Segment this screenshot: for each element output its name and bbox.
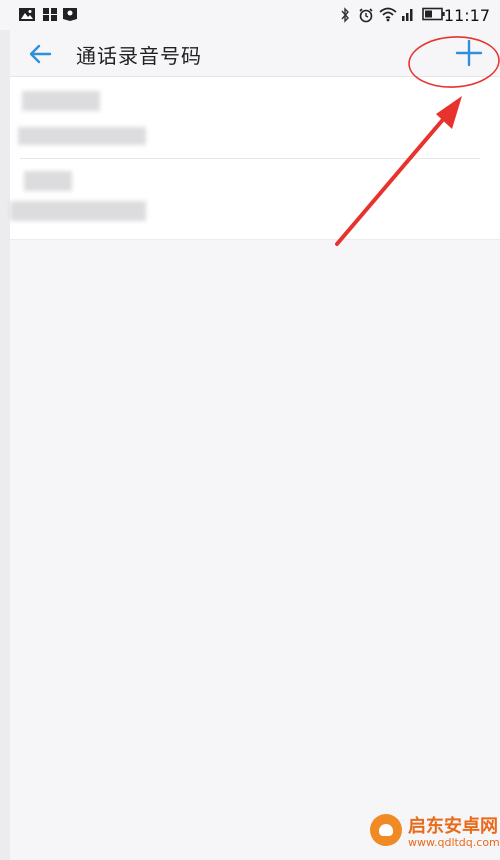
alarm-icon [359,8,373,23]
redacted-name [24,171,72,191]
signal-icon [402,9,413,21]
plus-icon[interactable] [454,38,484,68]
wifi-icon [379,7,397,22]
left-edge [0,0,10,860]
back-arrow-icon[interactable] [24,38,56,70]
list-bottom-border [10,239,500,240]
status-bar: 11:17 [0,0,500,30]
photo-badge-icon [63,8,77,21]
header: 通话录音号码 [10,30,500,76]
screen: 11:17 通话录音号码 启东安卓网 www.qdltdq.com [0,0,500,860]
redacted-number [18,127,146,145]
battery-icon [422,7,445,21]
redacted-name [22,91,100,111]
redacted-number [10,201,146,221]
list-item[interactable] [10,77,500,157]
list-item[interactable] [10,159,500,239]
number-list [10,76,500,240]
watermark-url: www.qdltdq.com [408,836,500,849]
bluetooth-icon [341,7,349,23]
page-title: 通话录音号码 [76,44,202,68]
apps-grid-icon [43,8,57,21]
watermark: 启东安卓网 www.qdltdq.com [368,810,500,860]
status-time: 11:17 [443,6,490,25]
image-icon [19,8,35,21]
watermark-title: 启东安卓网 [408,816,498,837]
watermark-logo-icon [370,814,402,846]
